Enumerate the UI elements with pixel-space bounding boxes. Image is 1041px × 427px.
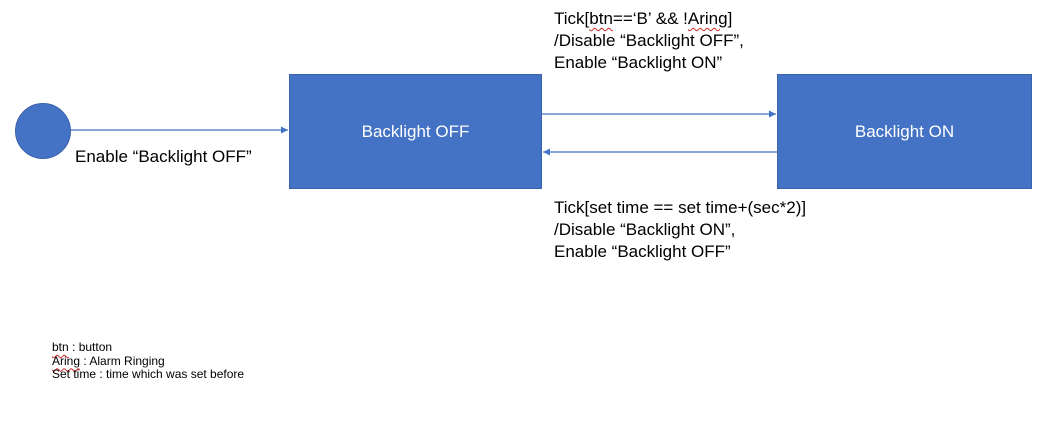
legend-btn: btn : button: [52, 340, 244, 355]
initial-transition-label: Enable “Backlight OFF”: [75, 147, 252, 166]
initial-state-node: [15, 103, 71, 159]
guard-middle: ==‘B’ && !: [612, 9, 688, 28]
guard-var-btn: btn: [589, 9, 613, 28]
state-backlight-off-label: Backlight OFF: [361, 121, 470, 141]
legend-btn-term: btn: [52, 340, 69, 354]
legend-btn-def: : button: [68, 340, 113, 354]
guard-var-aring: Aring: [687, 9, 728, 28]
off-to-on-action-2: Enable “Backlight ON”: [554, 53, 723, 72]
on-to-off-guard: Tick[set time == set time+(sec*2)]: [554, 198, 807, 217]
state-backlight-on: Backlight ON: [777, 74, 1032, 189]
legend-settime: Set time : time which was set before: [52, 367, 245, 381]
guard-suffix: ]: [727, 9, 733, 28]
legend-aring: Aring : Alarm Ringing: [52, 353, 244, 369]
state-backlight-on-label: Backlight ON: [854, 121, 955, 141]
state-backlight-off: Backlight OFF: [289, 74, 542, 189]
legend-aring-def: : Alarm Ringing: [80, 353, 165, 368]
off-to-on-transition-label: Tick[btn==‘B’ && !Aring] /Disable “Backl…: [554, 8, 744, 74]
on-to-off-action-1: /Disable “Backlight ON”,: [554, 220, 736, 239]
off-to-on-action-1: /Disable “Backlight OFF”,: [554, 31, 744, 50]
on-to-off-transition-label: Tick[set time == set time+(sec*2)] /Disa…: [554, 197, 806, 263]
legend: btn : button Aring : Alarm Ringing Set t…: [52, 340, 245, 382]
off-to-on-guard: Tick[btn==‘B’ && !Aring]: [554, 8, 744, 30]
legend-aring-term: Aring: [52, 353, 81, 368]
guard-prefix: Tick[: [554, 9, 590, 28]
on-to-off-action-2: Enable “Backlight OFF”: [554, 242, 731, 261]
